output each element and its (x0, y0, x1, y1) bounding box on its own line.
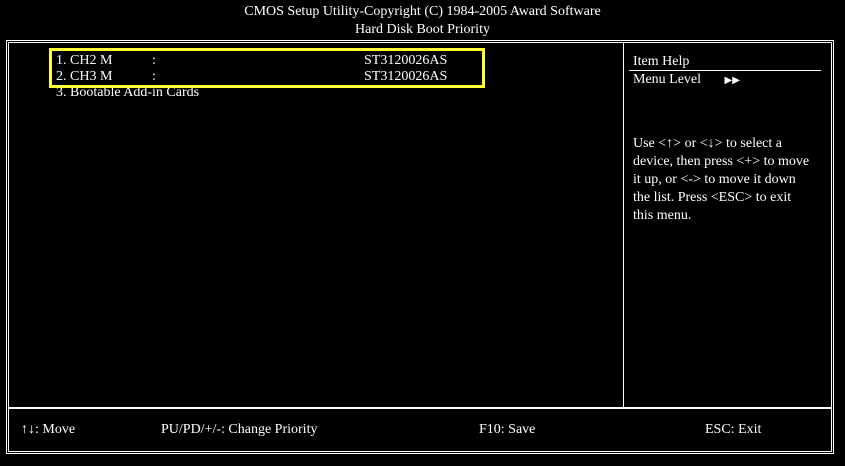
item-help-panel: Item Help Menu Level ▶▶ Use <↑> or <↓> t… (629, 53, 829, 225)
hint-move: ↑↓: Move (21, 422, 76, 437)
menu-level-label: Menu Level (633, 72, 702, 87)
page-title: Hard Disk Boot Priority (355, 22, 490, 37)
header: CMOS Setup Utility-Copyright (C) 1984-20… (0, 0, 845, 40)
hint-exit: ESC: Exit (705, 422, 762, 437)
main-frame: 1. CH2 M : ST3120026AS 2. CH3 M : ST3120… (6, 40, 834, 454)
help-text: Use <↑> or <↓> to select a device, then … (633, 136, 810, 223)
selection-highlight (49, 48, 485, 88)
menu-level: Menu Level ▶▶ (629, 71, 829, 90)
footer-bar: ↑↓: Move PU/PD/+/-: Change Priority F10:… (9, 409, 831, 451)
hint-save: F10: Save (479, 422, 536, 437)
hint-change-priority: PU/PD/+/-: Change Priority (161, 422, 318, 437)
item-help-title: Item Help (629, 53, 821, 71)
vertical-divider (623, 43, 624, 407)
app-title: CMOS Setup Utility-Copyright (C) 1984-20… (244, 4, 601, 19)
double-right-arrow-icon: ▶▶ (724, 75, 740, 86)
